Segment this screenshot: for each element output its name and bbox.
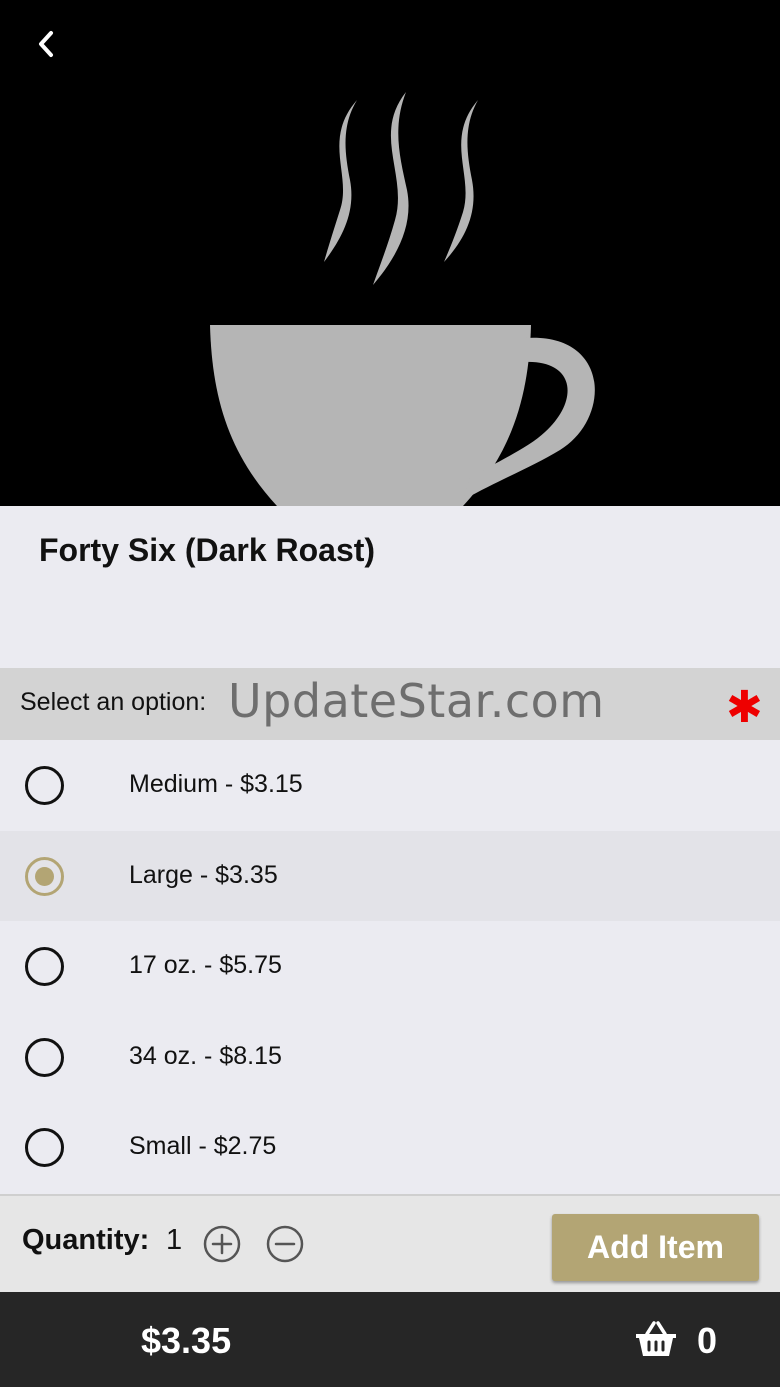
option-label: Large - $3.35	[129, 860, 278, 889]
option-header: Select an option: UpdateStar.com ✱	[0, 668, 780, 740]
back-button[interactable]	[26, 24, 66, 64]
chevron-left-icon	[39, 31, 53, 57]
radio-button[interactable]	[25, 1037, 64, 1077]
quantity-bar: Quantity: 1 Add Item	[0, 1194, 780, 1292]
option-label: Medium - $3.15	[129, 770, 303, 798]
quantity-value: 1	[166, 1224, 183, 1256]
option-row-34oz[interactable]: 34 oz. - $8.15	[0, 1012, 780, 1103]
radio-button[interactable]	[25, 766, 64, 805]
option-row-small[interactable]: Small - $2.75	[0, 1102, 780, 1193]
options-list: Medium - $3.15 Large - $3.35 17 oz. - $5…	[0, 740, 780, 1193]
quantity-label: Quantity:	[22, 1224, 150, 1256]
add-item-button[interactable]: Add Item	[552, 1214, 759, 1281]
option-row-17oz[interactable]: 17 oz. - $5.75	[0, 921, 780, 1012]
item-title: Forty Six (Dark Roast)	[39, 532, 376, 568]
option-label: 34 oz. - $8.15	[129, 1041, 282, 1070]
hero-image	[0, 0, 780, 506]
minus-circle-icon	[266, 1225, 304, 1263]
watermark: UpdateStar.com	[228, 674, 605, 728]
radio-button[interactable]	[25, 1128, 64, 1167]
footer-bar: $3.35 0	[0, 1292, 780, 1387]
basket-icon[interactable]	[635, 1320, 677, 1358]
quantity-increase-button[interactable]	[202, 1224, 242, 1264]
option-label: 17 oz. - $5.75	[129, 951, 282, 979]
radio-button[interactable]	[25, 947, 64, 986]
plus-circle-icon	[203, 1225, 241, 1263]
option-row-large[interactable]: Large - $3.35	[0, 830, 780, 921]
order-total: $3.35	[141, 1320, 232, 1361]
option-label: Small - $2.75	[129, 1132, 277, 1160]
option-header-label: Select an option:	[20, 688, 207, 716]
required-star-icon: ✱	[726, 683, 763, 732]
quantity-decrease-button[interactable]	[265, 1224, 305, 1264]
cart-count-badge[interactable]: 0	[697, 1320, 717, 1362]
item-title-section: Forty Six (Dark Roast)	[0, 506, 780, 668]
option-row-medium[interactable]: Medium - $3.15	[0, 740, 780, 831]
radio-button-selected[interactable]	[25, 856, 64, 896]
coffee-cup-icon	[210, 92, 595, 506]
